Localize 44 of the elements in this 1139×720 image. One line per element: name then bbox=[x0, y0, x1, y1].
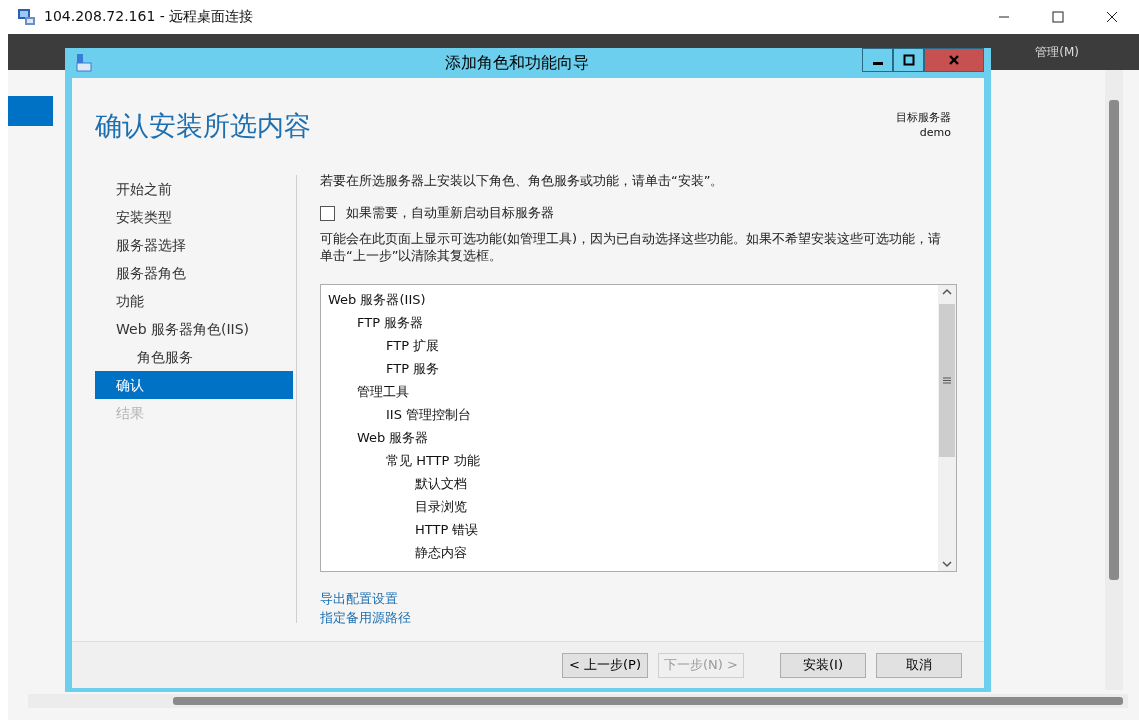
feature-item: HTTP 错误 bbox=[414, 521, 479, 539]
nav-item[interactable]: 服务器角色 bbox=[95, 259, 293, 287]
feature-item: FTP 扩展 bbox=[385, 337, 440, 355]
feature-item: IIS 管理控制台 bbox=[385, 406, 472, 424]
nav-item[interactable]: 安装类型 bbox=[95, 203, 293, 231]
grip-icon bbox=[943, 377, 951, 384]
target-value: demo bbox=[918, 125, 951, 140]
scroll-up-icon[interactable] bbox=[942, 288, 952, 296]
remote-desktop-icon bbox=[16, 8, 36, 26]
feature-item: 静态内容 bbox=[414, 544, 467, 562]
maximize-icon[interactable] bbox=[893, 48, 924, 72]
feature-item: 常见 HTTP 功能 bbox=[385, 452, 480, 470]
checkbox[interactable] bbox=[320, 205, 335, 221]
nav-item[interactable]: 确认 bbox=[95, 371, 293, 399]
link[interactable]: 指定备用源路径 bbox=[320, 609, 411, 627]
feature-item: Web 服务器 bbox=[356, 429, 429, 447]
nav-item[interactable]: 功能 bbox=[95, 287, 293, 315]
wizard-button[interactable]: < 上一步(P) bbox=[562, 652, 648, 678]
link[interactable]: 导出配置设置 bbox=[320, 590, 398, 608]
minimize-icon[interactable] bbox=[862, 48, 893, 72]
feature-item: 默认文档 bbox=[414, 475, 467, 493]
page-heading: 确认安装所选内容 bbox=[95, 109, 311, 143]
server-icon bbox=[74, 53, 92, 73]
feature-item: Web 服务器(IIS) bbox=[328, 291, 426, 309]
nav-item[interactable]: 开始之前 bbox=[95, 175, 293, 203]
note-text: 可能会在此页面上显示可选功能(如管理工具)，因为已自动选择这些功能。如果不希望安装这些可选功能，请单击“上一步”以清除其复选框。 bbox=[320, 230, 943, 264]
wizard-title: 添加角色和功能向导 bbox=[444, 52, 590, 74]
nav-item[interactable]: 服务器选择 bbox=[95, 231, 293, 259]
sidebar-selection bbox=[8, 96, 53, 126]
window-title: 104.208.72.161 - 远程桌面连接 bbox=[44, 8, 254, 26]
nav-item[interactable]: Web 服务器角色(IIS) bbox=[95, 315, 293, 343]
scroll-down-icon[interactable] bbox=[942, 560, 952, 568]
feature-item: 管理工具 bbox=[356, 383, 409, 401]
feature-item: FTP 服务 bbox=[385, 360, 440, 378]
menu-item[interactable]: 管理(M) bbox=[1035, 43, 1079, 61]
feature-item: FTP 服务器 bbox=[356, 314, 424, 332]
close-icon[interactable] bbox=[924, 48, 984, 72]
target-label: 目标服务器 bbox=[896, 110, 951, 125]
instruction-text: 若要在所选服务器上安装以下角色、角色服务或功能，请单击“安装”。 bbox=[320, 172, 725, 190]
feature-item: 目录浏览 bbox=[414, 498, 467, 516]
checkbox-label: 如果需要，自动重新启动目标服务器 bbox=[346, 204, 554, 222]
wizard-button[interactable]: 安装(I) bbox=[780, 652, 866, 678]
wizard-button[interactable]: 取消 bbox=[876, 652, 962, 678]
nav-item[interactable]: 角色服务 bbox=[95, 343, 293, 371]
